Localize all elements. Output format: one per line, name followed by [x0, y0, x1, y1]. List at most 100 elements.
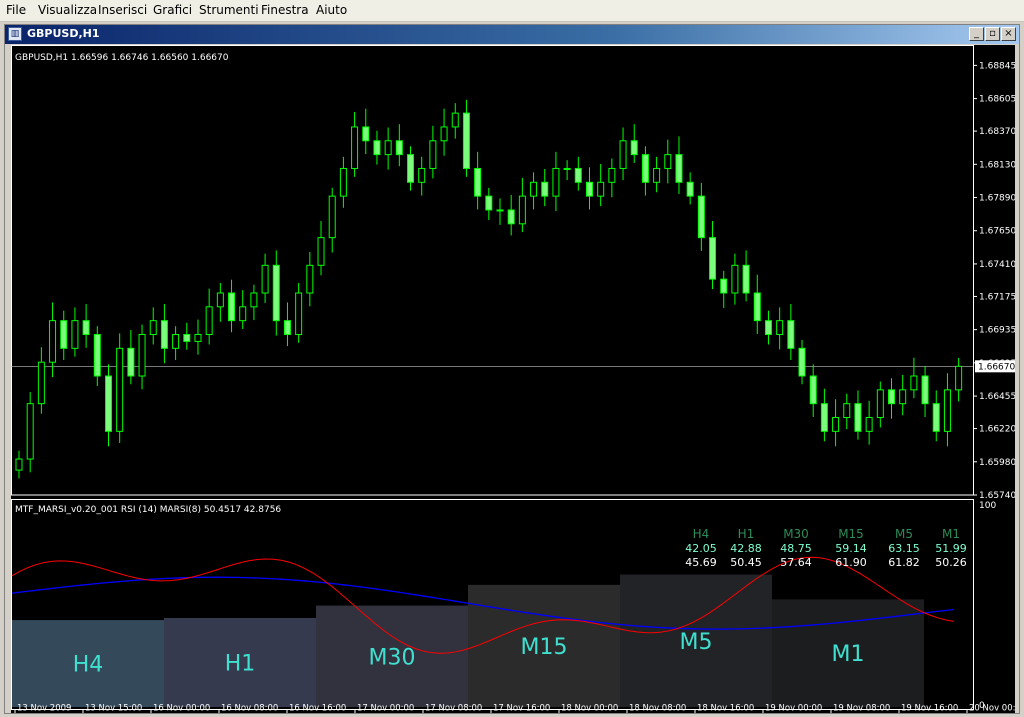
indicator-scale-top: 100 — [979, 501, 996, 511]
tf-block-label: M1 — [832, 642, 865, 667]
candle-body — [362, 126, 370, 142]
candle-body — [104, 375, 112, 432]
menu-finestra[interactable]: Finestra — [261, 3, 309, 17]
candle-body — [809, 375, 817, 405]
candle-body — [317, 237, 325, 266]
menu-strumenti[interactable]: Strumenti — [199, 3, 259, 17]
menu-inserisci[interactable]: Inserisci — [98, 3, 147, 17]
candle-body — [183, 333, 191, 342]
tf-block-label: H1 — [225, 651, 256, 676]
tf-rsi-value: 48.75 — [780, 542, 812, 555]
candle-body — [172, 333, 180, 349]
candle-body — [552, 167, 560, 197]
candle-body — [832, 417, 840, 432]
tf-marsi-value: 61.82 — [888, 556, 920, 569]
candle-body — [530, 181, 538, 197]
candle-body — [686, 181, 694, 197]
candle-body — [798, 347, 806, 377]
price-label: 1.67410 — [979, 260, 1015, 270]
window-titlebar[interactable]: ▥ GBPUSD,H1 _ ▫ × — [5, 25, 1019, 44]
tf-marsi-value: 50.45 — [730, 556, 762, 569]
minimize-button[interactable]: _ — [969, 27, 984, 41]
time-label: 18 Nov 08:00 — [629, 704, 686, 714]
candle-body — [731, 264, 739, 294]
tf-rsi-value: 59.14 — [835, 542, 867, 555]
time-label: 17 Nov 16:00 — [493, 704, 550, 714]
candle-body — [216, 292, 224, 308]
menu-grafici[interactable]: Grafici — [153, 3, 192, 17]
candle-body — [160, 320, 168, 349]
time-label: 18 Nov 00:00 — [561, 704, 618, 714]
candle-body — [820, 403, 828, 432]
candle-body — [239, 306, 247, 322]
candle-body — [395, 140, 403, 156]
chart-window: ▥ GBPUSD,H1 _ ▫ × GBPUSD,H1 1.66596 1.66… — [4, 24, 1024, 714]
time-label: 17 Nov 00:00 — [357, 704, 414, 714]
candle-body — [306, 264, 314, 294]
candle-body — [932, 403, 940, 432]
candle-body — [608, 167, 616, 183]
price-label: 1.66935 — [979, 326, 1015, 336]
candle-body — [93, 333, 101, 377]
candle-body — [205, 306, 213, 335]
menu-aiuto[interactable]: Aiuto — [316, 3, 347, 17]
candle-body — [943, 389, 951, 432]
tf-header: M30 — [783, 527, 809, 541]
candle-body — [507, 209, 515, 225]
indicator-header: MTF_MARSI_v0.20_001 RSI (14) MARSI(8) 50… — [15, 505, 281, 515]
restore-button[interactable]: ▫ — [985, 27, 1000, 41]
candle-body — [496, 209, 504, 212]
time-label: 18 Nov 16:00 — [697, 704, 754, 714]
candle-body — [228, 292, 236, 322]
tf-header: H1 — [738, 527, 755, 541]
candle-body — [675, 154, 683, 183]
tf-header: M1 — [942, 527, 960, 541]
time-label: 13 Nov 2009 — [17, 704, 71, 714]
candle-body — [474, 167, 482, 197]
candle-body — [194, 333, 202, 342]
chart-canvas[interactable]: GBPUSD,H1 1.66596 1.66746 1.66560 1.6667… — [11, 45, 1024, 714]
price-label: 1.67175 — [979, 292, 1015, 302]
tf-rsi-value: 51.99 — [935, 542, 967, 555]
price-label: 1.67650 — [979, 227, 1015, 237]
time-label: 20 Nov 00:00 — [969, 704, 1015, 714]
candle-body — [250, 292, 258, 308]
price-label: 1.68845 — [979, 61, 1015, 71]
candle-body — [541, 181, 549, 197]
menu-visualizza[interactable]: Visualizza — [38, 3, 97, 17]
candle-body — [295, 292, 303, 335]
chart-area[interactable]: GBPUSD,H1 1.66596 1.66746 1.66560 1.6667… — [11, 45, 1024, 714]
current-price-label: 1.66670 — [978, 362, 1015, 372]
candle-body — [26, 403, 34, 460]
candle-body — [641, 154, 649, 183]
candle-body — [283, 320, 291, 335]
tf-rsi-value: 42.88 — [730, 542, 762, 555]
tf-marsi-value: 57.64 — [780, 556, 812, 569]
price-label: 1.68130 — [979, 160, 1015, 170]
candle-body — [351, 126, 359, 169]
price-label: 1.67890 — [979, 194, 1015, 204]
candle-body — [261, 264, 269, 294]
candle-body — [899, 389, 907, 405]
close-button[interactable]: × — [1001, 27, 1016, 41]
menu-file[interactable]: File — [6, 3, 26, 17]
time-label: 16 Nov 00:00 — [153, 704, 210, 714]
candle-body — [15, 458, 23, 471]
candle-body — [272, 264, 280, 322]
candle-body — [127, 347, 135, 377]
tf-rsi-value: 42.05 — [685, 542, 717, 555]
price-label: 1.65980 — [979, 458, 1015, 468]
candle-body — [854, 403, 862, 432]
candle-body — [876, 389, 884, 419]
candle-body — [451, 112, 459, 128]
menu-bar: File Visualizza Inserisci Grafici Strumenti F… — [0, 0, 1024, 22]
time-label: 16 Nov 08:00 — [221, 704, 278, 714]
candle-body — [418, 167, 426, 183]
tf-marsi-value: 45.69 — [685, 556, 717, 569]
candle-body — [910, 375, 918, 391]
candle-body — [597, 181, 605, 197]
window-title: GBPUSD,H1 — [27, 27, 100, 40]
candle-body — [720, 278, 728, 294]
time-label: 16 Nov 16:00 — [289, 704, 346, 714]
tf-marsi-value: 50.26 — [935, 556, 967, 569]
